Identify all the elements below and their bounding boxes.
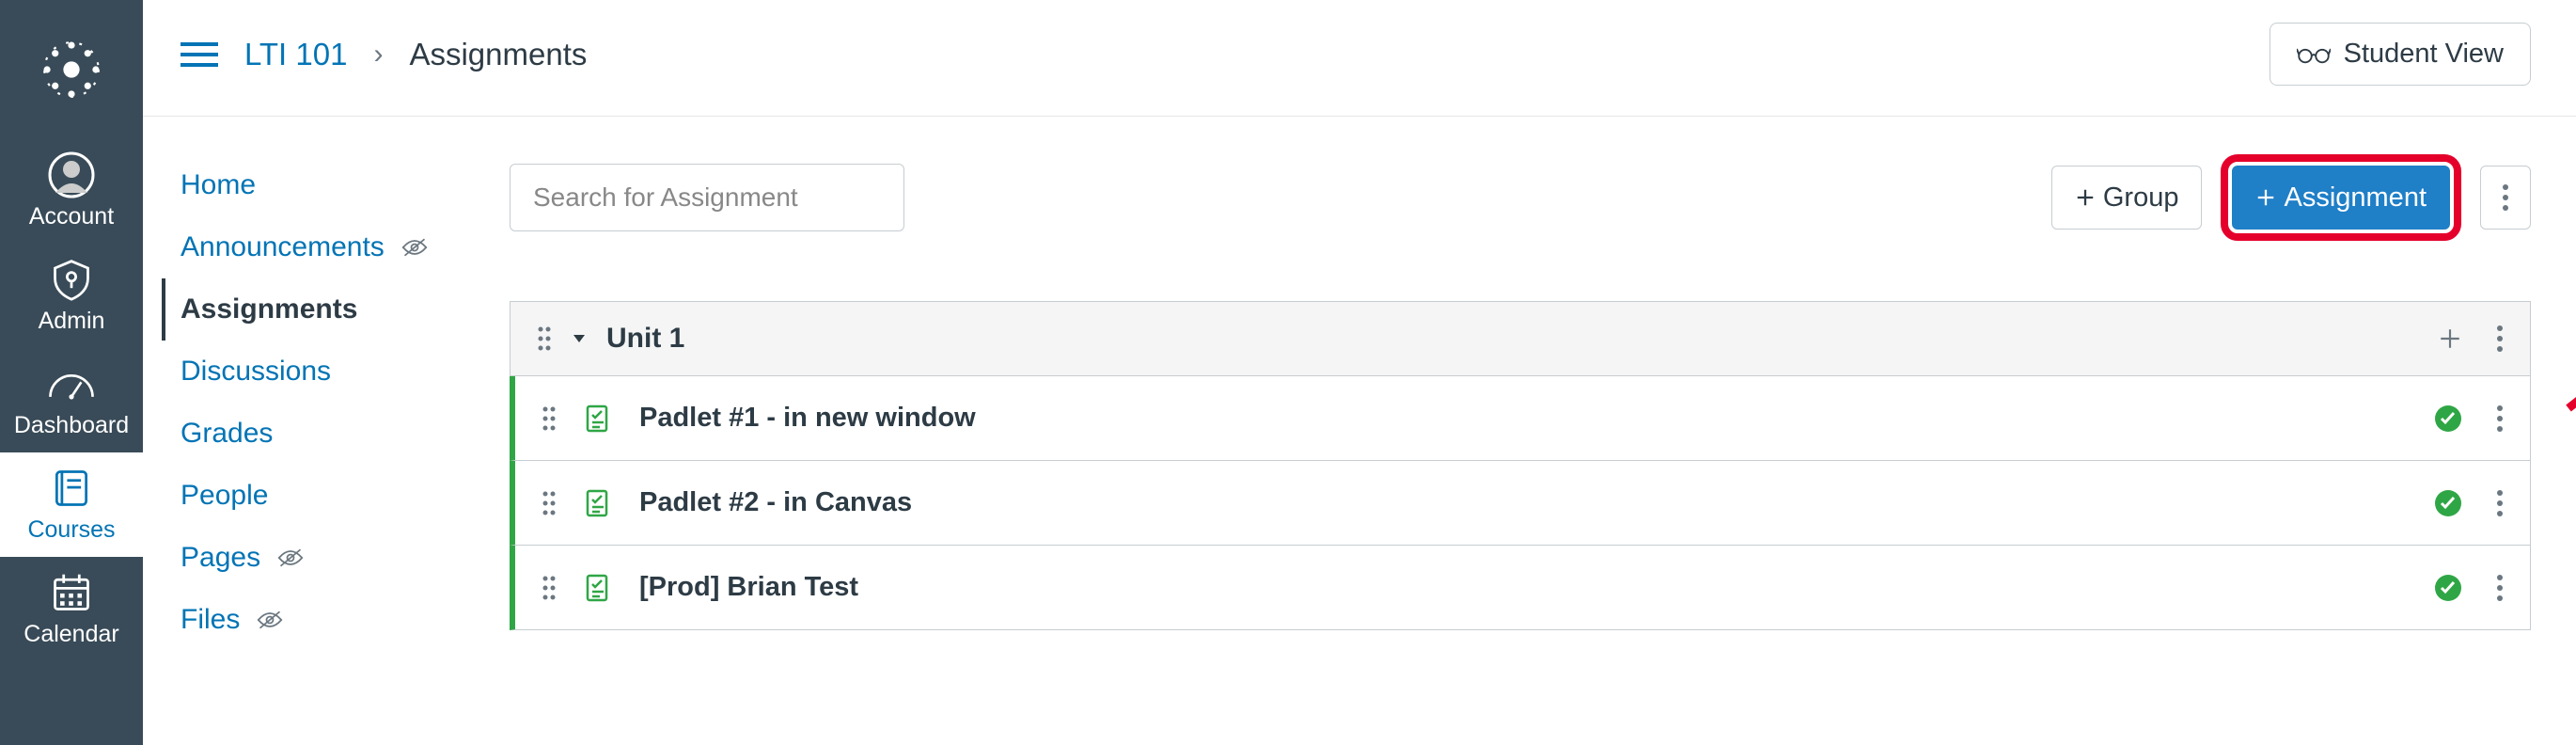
main-area: LTI 101 › Assignments Student View Home … [143, 0, 2576, 651]
drag-handle-icon[interactable] [542, 490, 557, 516]
global-nav: Account Admin Dashboard Courses Calendar [0, 0, 143, 745]
toolbar: Group Assignment [510, 154, 2531, 241]
course-nav-label: Home [181, 169, 256, 201]
published-icon[interactable] [2434, 574, 2462, 602]
work-area: Group Assignment [510, 117, 2576, 651]
assignment-title: Padlet #1 - in new window [639, 403, 976, 434]
kebab-icon [2502, 183, 2509, 212]
breadcrumb-separator: › [373, 39, 383, 71]
add-assignment-label: Assignment [2284, 182, 2427, 214]
search-input[interactable] [510, 164, 904, 231]
course-nav-label: Discussions [181, 356, 331, 388]
published-icon[interactable] [2434, 489, 2462, 517]
nav-dashboard-label: Dashboard [14, 412, 129, 439]
nav-calendar-label: Calendar [24, 621, 118, 648]
assignment-icon [583, 488, 613, 518]
breadcrumb: LTI 101 › Assignments [181, 37, 587, 72]
nav-account-label: Account [29, 203, 114, 230]
plus-icon [2075, 187, 2096, 208]
course-nav-label: Grades [181, 418, 273, 450]
row-options-button[interactable] [2496, 489, 2504, 517]
course-nav-discussions[interactable]: Discussions [181, 341, 510, 403]
drag-handle-icon[interactable] [542, 575, 557, 601]
row-options-button[interactable] [2496, 574, 2504, 602]
topbar: LTI 101 › Assignments Student View [143, 0, 2576, 117]
highlight-annotation: Assignment [2221, 154, 2461, 241]
nav-account[interactable]: Account [0, 139, 143, 244]
gauge-icon [47, 359, 96, 408]
row-options-button[interactable] [2496, 404, 2504, 433]
assignment-icon [583, 573, 613, 603]
course-nav-home[interactable]: Home [181, 154, 510, 216]
nav-calendar[interactable]: Calendar [0, 557, 143, 661]
assignment-group-header[interactable]: Unit 1 [510, 301, 2531, 376]
add-group-button[interactable]: Group [2051, 166, 2203, 230]
drag-handle-icon[interactable] [542, 405, 557, 432]
assignment-title: Padlet #2 - in Canvas [639, 487, 912, 518]
calendar-icon [47, 568, 96, 617]
nav-admin-label: Admin [39, 308, 105, 335]
add-group-label: Group [2103, 182, 2179, 214]
add-assignment-button[interactable]: Assignment [2232, 166, 2450, 230]
add-to-group-button[interactable] [2438, 326, 2462, 351]
nav-courses[interactable]: Courses [0, 452, 143, 557]
hamburger-icon[interactable] [181, 40, 218, 69]
course-nav-assignments[interactable]: Assignments [162, 278, 510, 341]
student-view-button[interactable]: Student View [2270, 23, 2531, 86]
nav-courses-label: Courses [27, 516, 115, 544]
course-nav-pages[interactable]: Pages [181, 527, 510, 589]
content-row: Home Announcements Assignments Discussio… [143, 117, 2576, 651]
nav-admin[interactable]: Admin [0, 244, 143, 348]
hidden-eye-icon [401, 236, 428, 259]
course-nav-announcements[interactable]: Announcements [181, 216, 510, 278]
course-nav-grades[interactable]: Grades [181, 403, 510, 465]
assignment-icon [583, 404, 613, 434]
nav-dashboard[interactable]: Dashboard [0, 348, 143, 452]
course-nav-label: Announcements [181, 231, 385, 263]
collapse-caret-icon[interactable] [571, 330, 588, 347]
glasses-icon [2297, 43, 2331, 66]
course-nav-label: Assignments [181, 293, 357, 325]
course-nav-label: Files [181, 604, 240, 636]
canvas-logo[interactable] [0, 0, 143, 139]
assignment-title: [Prod] Brian Test [639, 572, 858, 603]
breadcrumb-current: Assignments [409, 37, 587, 72]
assignment-row[interactable]: [Prod] Brian Test [510, 546, 2531, 630]
group-options-button[interactable] [2496, 325, 2504, 353]
assignment-row[interactable]: Padlet #1 - in new window [510, 376, 2531, 461]
hidden-eye-icon [257, 609, 283, 631]
drag-handle-icon[interactable] [537, 325, 552, 352]
plus-icon [2255, 187, 2276, 208]
course-nav-label: People [181, 480, 268, 512]
course-nav: Home Announcements Assignments Discussio… [143, 117, 510, 651]
canvas-logo-icon [38, 36, 105, 103]
published-icon[interactable] [2434, 404, 2462, 433]
assignment-row[interactable]: Padlet #2 - in Canvas [510, 461, 2531, 546]
breadcrumb-course-link[interactable]: LTI 101 [244, 37, 347, 72]
book-icon [47, 464, 96, 513]
course-nav-people[interactable]: People [181, 465, 510, 527]
more-options-button[interactable] [2480, 166, 2531, 230]
avatar-icon [47, 151, 96, 199]
arrow-annotation [2559, 258, 2576, 418]
student-view-label: Student View [2344, 39, 2504, 70]
hidden-eye-icon [277, 547, 304, 569]
course-nav-label: Pages [181, 542, 260, 574]
group-title: Unit 1 [606, 323, 684, 355]
shield-icon [47, 255, 96, 304]
course-nav-files[interactable]: Files [181, 589, 510, 651]
